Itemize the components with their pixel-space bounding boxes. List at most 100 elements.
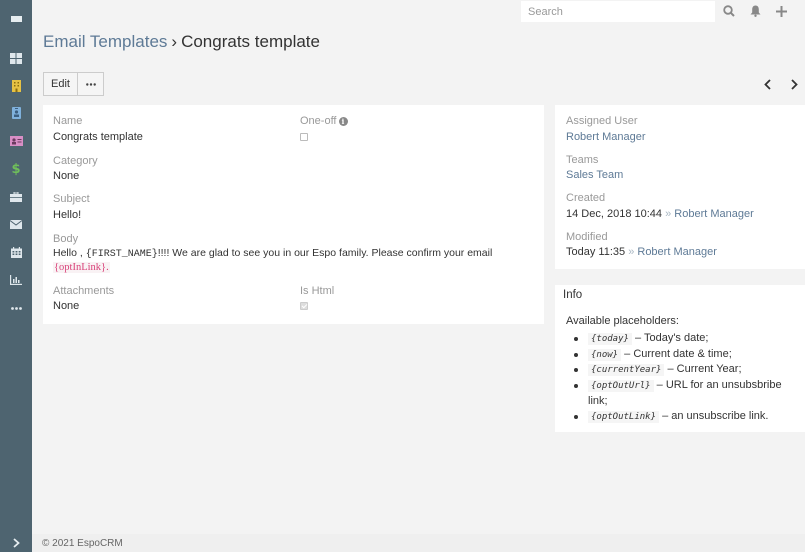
hamburger-icon	[10, 15, 22, 25]
envelope-icon	[10, 219, 22, 229]
subject-value: Hello!	[53, 209, 82, 221]
body-placeholder-opt-in-link: {optInLink}.	[53, 262, 110, 273]
created-date: 14 Dec, 2018 10:44	[566, 208, 663, 220]
created-label: Created	[566, 192, 606, 204]
menu-toggle-button[interactable]	[0, 10, 32, 30]
sidebar: $	[0, 0, 32, 552]
sidebar-item-cases[interactable]	[0, 187, 32, 207]
modified-date: Today 11:35	[566, 246, 626, 258]
page-title: Congrats template	[181, 32, 320, 51]
grid-icon	[10, 52, 22, 64]
id-badge-icon	[11, 107, 21, 119]
plus-icon	[775, 5, 787, 17]
attachments-value: None	[53, 300, 80, 312]
arrow-separator: »	[628, 246, 635, 258]
edit-button[interactable]: Edit	[43, 72, 78, 96]
one-off-label-text: One-off	[300, 115, 337, 127]
copyright-text: © 2021 EspoCRM	[42, 538, 123, 549]
bar-chart-icon	[10, 275, 22, 285]
body-text-part: !!!! We are glad to see you in our Espo …	[157, 247, 493, 259]
placeholder-description: – Current Year;	[664, 363, 742, 376]
global-search-input[interactable]	[521, 1, 715, 22]
ellipsis-icon	[10, 306, 22, 310]
more-actions-button[interactable]	[78, 72, 104, 96]
list-item: {optOutUrl} – URL for an unsubsbribe lin…	[574, 378, 798, 408]
list-item: {now} – Current date & time;	[574, 347, 798, 363]
one-off-checkbox	[300, 133, 308, 141]
sidebar-expand-button[interactable]	[0, 534, 32, 552]
breadcrumb-separator: ›	[171, 32, 178, 51]
assigned-user-link[interactable]: Robert Manager	[566, 131, 646, 143]
dollar-icon: $	[11, 161, 21, 177]
category-label: Category	[53, 155, 98, 167]
body-value: Hello , {FIRST_NAME}!!!! We are glad to …	[53, 247, 493, 274]
created-by-link[interactable]: Robert Manager	[674, 208, 754, 220]
body-text-part: Hello ,	[53, 247, 86, 259]
team-link[interactable]: Sales Team	[566, 169, 623, 181]
side-panel: Assigned User Robert Manager Teams Sales…	[555, 105, 805, 269]
briefcase-icon	[10, 192, 22, 202]
search-button[interactable]	[721, 3, 737, 19]
breadcrumb-parent-link[interactable]: Email Templates	[43, 32, 167, 51]
placeholder-code: {currentYear}	[588, 364, 665, 377]
notifications-button[interactable]	[747, 3, 763, 19]
modified-value: Today 11:35 » Robert Manager	[566, 246, 717, 258]
body-placeholder-first-name: {FIRST_NAME}	[85, 249, 158, 260]
chevron-right-icon	[790, 78, 798, 90]
info-panel: Info Available placeholders: {today} – T…	[555, 285, 805, 432]
name-label: Name	[53, 115, 83, 127]
assigned-user-label: Assigned User	[566, 115, 638, 127]
info-panel-body: Available placeholders: {today} – Today'…	[566, 315, 798, 424]
subject-label: Subject	[53, 193, 90, 205]
record-detail-panel: Name Congrats template One-off i Category…	[43, 105, 544, 324]
bell-icon	[750, 5, 760, 17]
sidebar-item-leads[interactable]	[0, 131, 32, 151]
search-icon	[723, 5, 735, 17]
chevron-right-icon	[12, 538, 20, 548]
action-buttons: Edit	[43, 72, 104, 96]
is-html-label: Is Html	[300, 285, 335, 297]
placeholder-description: – an unsubscribe link.	[659, 409, 769, 422]
is-html-checkbox	[300, 302, 308, 310]
category-value: None	[53, 170, 80, 182]
sidebar-item-contacts[interactable]	[0, 103, 32, 123]
sidebar-item-more[interactable]	[0, 298, 32, 318]
building-icon	[11, 80, 21, 92]
sidebar-item-dashboard[interactable]	[0, 48, 32, 68]
placeholder-code: {optOutUrl}	[588, 380, 654, 393]
sidebar-item-reports[interactable]	[0, 270, 32, 290]
name-value: Congrats template	[53, 131, 143, 143]
list-item: {optOutLink} – an unsubscribe link.	[574, 409, 798, 425]
calendar-icon	[10, 246, 22, 258]
quick-create-button[interactable]	[773, 3, 789, 19]
info-panel-title: Info	[563, 289, 583, 301]
placeholder-code: {today}	[588, 333, 632, 345]
body-label: Body	[53, 233, 79, 245]
modified-by-link[interactable]: Robert Manager	[637, 246, 717, 258]
ellipsis-icon	[85, 82, 96, 86]
previous-record-button[interactable]	[760, 76, 774, 92]
next-record-button[interactable]	[787, 76, 801, 92]
created-value: 14 Dec, 2018 10:44 » Robert Manager	[566, 208, 754, 220]
one-off-label: One-off i	[300, 115, 348, 127]
breadcrumb: Email Templates › Congrats template	[43, 32, 320, 52]
attachments-label: Attachments	[53, 285, 115, 297]
list-item: {today} – Today's date;	[574, 331, 798, 347]
info-icon[interactable]: i	[338, 117, 348, 126]
sidebar-item-accounts[interactable]	[0, 76, 32, 96]
sidebar-item-calendar[interactable]	[0, 242, 32, 262]
placeholder-code: {now}	[588, 348, 622, 361]
sidebar-item-opportunities[interactable]: $	[0, 159, 32, 179]
footer: © 2021 EspoCRM	[32, 534, 805, 552]
sidebar-item-emails[interactable]	[0, 214, 32, 234]
modified-label: Modified	[566, 231, 608, 243]
arrow-separator: »	[665, 208, 672, 220]
placeholder-description: – Current date & time;	[621, 347, 732, 360]
chevron-left-icon	[763, 78, 771, 90]
address-card-icon	[9, 136, 23, 146]
placeholders-list: {today} – Today's date; {now} – Current …	[566, 331, 798, 424]
teams-label: Teams	[566, 154, 599, 166]
placeholder-description: – Today's date;	[631, 332, 709, 344]
list-item: {currentYear} – Current Year;	[574, 362, 798, 378]
placeholders-intro: Available placeholders:	[566, 315, 679, 327]
